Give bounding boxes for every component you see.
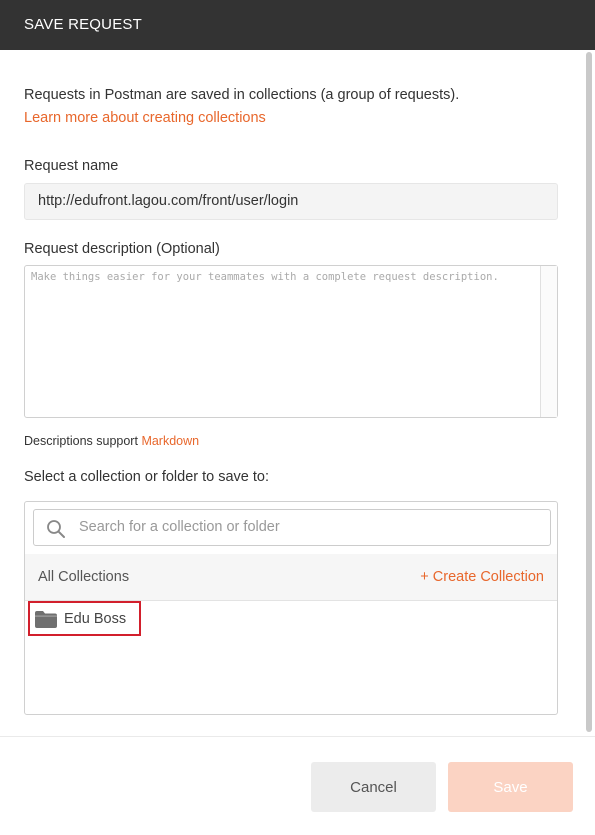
footer-divider	[0, 736, 595, 737]
all-collections-row: All Collections + Create Collection	[25, 554, 557, 601]
dialog-scrollbar[interactable]	[586, 52, 592, 732]
intro-text: Requests in Postman are saved in collect…	[24, 87, 460, 103]
create-collection-link[interactable]: + Create Collection	[420, 569, 544, 585]
collection-picker: All Collections + Create Collection Edu …	[24, 501, 558, 715]
description-support-prefix: Descriptions support	[24, 434, 138, 448]
collection-search-box[interactable]	[33, 509, 551, 546]
dialog-header: SAVE REQUEST	[0, 0, 595, 50]
cancel-button[interactable]: Cancel	[311, 762, 436, 812]
markdown-link[interactable]: Markdown	[141, 434, 199, 448]
save-button[interactable]: Save	[448, 762, 573, 812]
learn-more-link[interactable]: Learn more about creating collections	[24, 110, 266, 126]
collection-item-edu-boss[interactable]: Edu Boss	[28, 601, 141, 636]
all-collections-label: All Collections	[38, 569, 130, 585]
description-placeholder: Make things easier for your teammates wi…	[31, 271, 499, 283]
collection-search-input[interactable]	[79, 510, 519, 545]
request-description-textarea[interactable]: Make things easier for your teammates wi…	[24, 265, 558, 418]
request-name-input[interactable]: http://edufront.lagou.com/front/user/log…	[24, 183, 558, 220]
collection-picker-label: Select a collection or folder to save to…	[24, 469, 270, 485]
folder-icon	[35, 611, 57, 628]
description-scrollbar[interactable]	[540, 266, 557, 417]
request-name-label: Request name	[24, 158, 119, 174]
description-support-text: Descriptions support Markdown	[24, 434, 199, 448]
dialog-title: SAVE REQUEST	[24, 16, 142, 33]
search-icon	[47, 520, 65, 538]
request-description-label: Request description (Optional)	[24, 241, 220, 257]
collection-item-label: Edu Boss	[64, 611, 127, 627]
